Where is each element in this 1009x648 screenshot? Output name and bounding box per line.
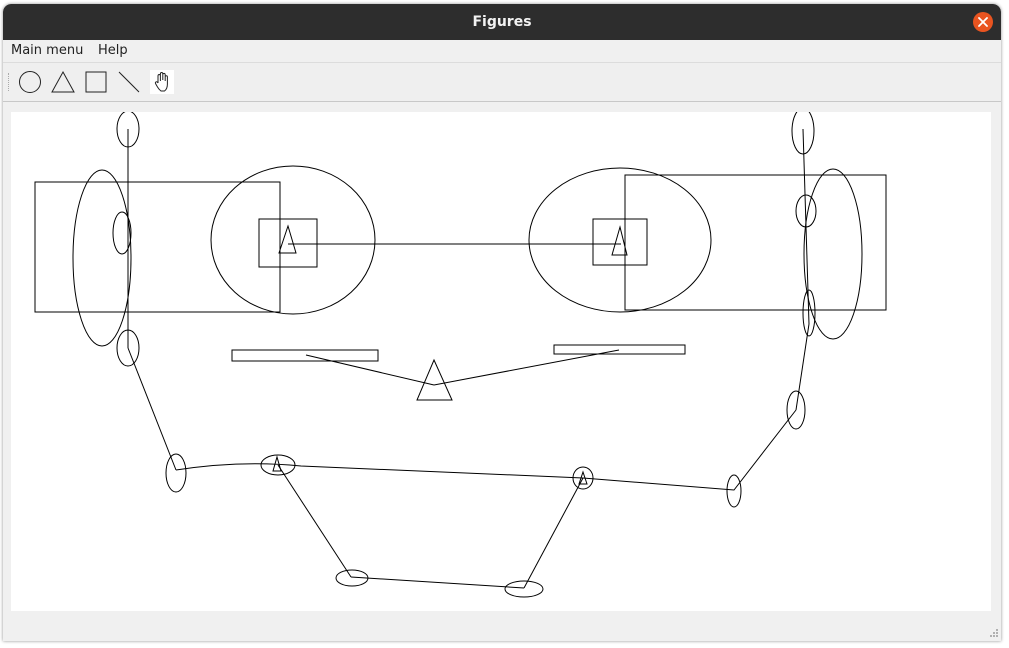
drawing-canvas[interactable]	[11, 112, 991, 611]
rectangle-shape[interactable]	[231, 349, 379, 362]
hand-tool-button[interactable]	[150, 70, 174, 94]
line-shape[interactable]	[175, 409, 797, 491]
triangle-shape[interactable]	[278, 224, 297, 254]
rectangle-shape[interactable]	[624, 174, 887, 311]
figures-window: Figures Main menu Help	[3, 4, 1001, 641]
ellipse-shape[interactable]	[210, 165, 376, 315]
close-button[interactable]	[973, 12, 993, 32]
menu-bar: Main menu Help	[3, 40, 1001, 62]
circle-icon	[19, 71, 41, 93]
triangle-tool-button[interactable]	[51, 70, 75, 94]
hand-icon	[154, 72, 168, 92]
line-shape[interactable]	[433, 349, 620, 386]
close-icon	[978, 17, 988, 27]
window-title: Figures	[472, 14, 532, 30]
line-shape[interactable]	[350, 576, 525, 589]
ellipse-shape[interactable]	[726, 474, 742, 508]
ellipse-shape[interactable]	[504, 580, 544, 598]
rectangle-shape[interactable]	[553, 344, 686, 355]
line-shape[interactable]	[523, 477, 584, 589]
rectangle-icon	[85, 71, 107, 93]
line-icon	[118, 71, 140, 93]
line-shape[interactable]	[305, 354, 435, 386]
line-shape[interactable]	[277, 464, 352, 578]
ellipse-shape[interactable]	[803, 168, 863, 340]
triangle-icon	[51, 70, 75, 93]
triangle-shape[interactable]	[416, 358, 453, 401]
title-bar[interactable]: Figures	[3, 4, 1001, 40]
rectangle-shape[interactable]	[34, 181, 281, 313]
menu-main[interactable]: Main menu	[11, 43, 83, 58]
toolbar	[3, 62, 1001, 102]
line-tool-button[interactable]	[117, 70, 141, 94]
resize-grip-icon[interactable]	[989, 628, 999, 638]
figures-drawing	[34, 112, 887, 598]
toolbar-grip[interactable]	[8, 73, 11, 91]
line-shape[interactable]	[127, 347, 177, 471]
menu-help[interactable]: Help	[98, 43, 128, 58]
ellipse-shape[interactable]	[528, 167, 712, 313]
ellipse-shape[interactable]	[165, 453, 187, 493]
circle-tool-button[interactable]	[18, 70, 42, 94]
ellipse-shape[interactable]	[72, 169, 132, 347]
rectangle-tool-button[interactable]	[84, 70, 108, 94]
